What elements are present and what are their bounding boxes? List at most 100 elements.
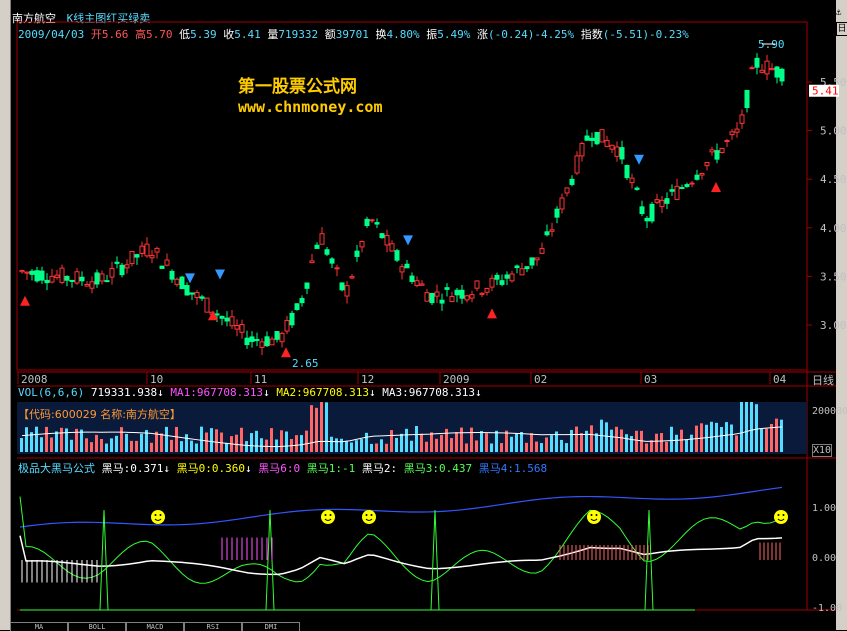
- volume-bar: [660, 433, 663, 452]
- volume-bar: [745, 402, 748, 452]
- candle-body: [689, 182, 695, 185]
- candle-body: [89, 281, 95, 289]
- volume-bar: [450, 438, 453, 452]
- candle-body: [649, 203, 655, 222]
- buy-triangle: [487, 308, 497, 319]
- volume-bar: [40, 437, 43, 452]
- volume-bar: [205, 432, 208, 452]
- candle-body: [504, 274, 510, 279]
- volume-bar: [760, 428, 763, 452]
- candle-body: [444, 287, 450, 290]
- candle-body: [204, 297, 210, 313]
- volume-bar: [300, 435, 303, 452]
- volume-bar: [260, 438, 263, 452]
- candle-body: [724, 140, 730, 143]
- volume-bar: [160, 433, 163, 452]
- price-tick-label: 3.00: [820, 319, 847, 332]
- volume-bar: [510, 436, 513, 452]
- volume-bar: [295, 435, 298, 452]
- volume-bar: [305, 430, 308, 452]
- volume-bar: [505, 430, 508, 452]
- candle-body: [319, 233, 325, 245]
- candle-body: [534, 257, 540, 261]
- volume-bar: [500, 443, 503, 452]
- candle-body: [469, 294, 475, 299]
- volume-bar: [775, 418, 778, 452]
- candle-body: [369, 219, 375, 222]
- volume-bar: [475, 440, 478, 452]
- candle-body: [239, 324, 245, 333]
- volume-bar: [185, 434, 188, 452]
- indicator-header: 极品大黑马公式 黑马:0.371↓ 黑马0:0.360↓ 黑马6:0 黑马1:-…: [18, 462, 548, 475]
- volume-bar: [690, 434, 693, 452]
- candle-body: [584, 135, 590, 141]
- period-label[interactable]: 日线: [812, 372, 834, 388]
- volume-bar: [60, 427, 63, 452]
- indicator-lines: [19, 486, 783, 611]
- candle-body: [94, 272, 100, 285]
- sell-triangle: [403, 235, 413, 246]
- candle-body: [739, 114, 745, 124]
- candle-body: [29, 270, 35, 275]
- vol-axis-unit: X10: [812, 444, 833, 457]
- volume-bar: [625, 434, 628, 452]
- smiley-eye: [324, 514, 327, 516]
- volume-bar: [275, 439, 278, 452]
- smiley-eye: [777, 514, 780, 516]
- volume-bar: [550, 435, 553, 452]
- volume-bar: [535, 441, 538, 452]
- candle-body: [299, 298, 305, 304]
- candle-body: [249, 336, 255, 342]
- candle-body: [659, 199, 665, 208]
- vol-code-info: 【代码:600029 名称:南方航空】: [18, 408, 181, 421]
- volume-bar: [100, 438, 103, 452]
- volume-bar: [630, 436, 633, 452]
- volume-bar: [90, 442, 93, 452]
- volume-bar: [485, 433, 488, 452]
- volume-bar: [35, 426, 38, 452]
- volume-bar: [65, 428, 68, 452]
- candle-body: [434, 291, 440, 297]
- candle-body: [624, 165, 630, 179]
- volume-bar: [730, 424, 733, 452]
- candle-body: [774, 66, 780, 78]
- ind-axis-neg1: -1.00: [812, 603, 843, 614]
- volume-bar: [180, 441, 183, 452]
- candle-body: [734, 128, 740, 133]
- candle-body: [479, 292, 485, 295]
- candle-body: [324, 249, 330, 255]
- candle-body: [709, 149, 715, 153]
- volume-bar: [460, 427, 463, 452]
- volume-bar: [215, 429, 218, 452]
- candle-body: [149, 254, 155, 259]
- candle-body: [179, 276, 185, 290]
- candle-body: [114, 261, 120, 264]
- smiley-eye: [595, 514, 598, 516]
- volume-bar: [615, 426, 618, 452]
- candle-body: [654, 199, 660, 203]
- candle-body: [59, 267, 65, 283]
- candle-body: [404, 263, 410, 269]
- candle-body: [34, 270, 40, 282]
- candle-body: [219, 315, 225, 319]
- volume-bar: [200, 426, 203, 452]
- volume-bar: [45, 426, 48, 452]
- volume-bar: [645, 443, 648, 452]
- candle-body: [749, 67, 755, 70]
- vol-value: 719331.938: [90, 386, 158, 399]
- date-axis-labels: 2008 10 11 12 2009 02 03 04: [17, 372, 787, 386]
- indicator-tabs: MA BOLL MACD RSI DMI: [10, 622, 300, 631]
- volume-bar: [170, 439, 173, 452]
- volume-bar: [270, 428, 273, 452]
- volume-bar: [410, 440, 413, 452]
- candle-body: [424, 292, 430, 302]
- stock-chart[interactable]: 5.505.004.504.003.503.005.415.902.65 200…: [0, 0, 847, 630]
- volume-bar: [70, 439, 73, 452]
- volume-bar: [545, 437, 548, 452]
- volume-bar: [315, 407, 318, 452]
- volume-bar: [415, 426, 418, 452]
- volume-bar: [515, 433, 518, 452]
- candle-body: [224, 317, 230, 322]
- candle-body: [574, 155, 580, 174]
- volume-bar: [240, 427, 243, 452]
